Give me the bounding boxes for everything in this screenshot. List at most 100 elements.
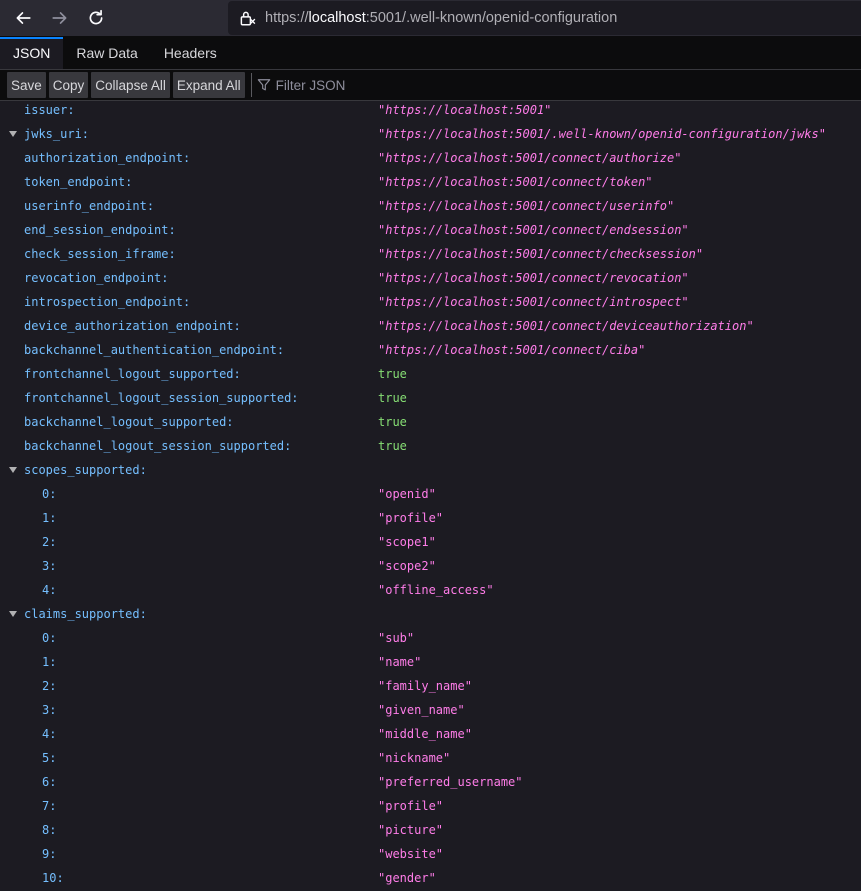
url-scheme: https://: [265, 10, 309, 26]
json-row-revocation-endpoint[interactable]: revocation_endpoint: "https://localhost:…: [0, 266, 861, 290]
json-row-device-authorization-endpoint[interactable]: device_authorization_endpoint: "https://…: [0, 314, 861, 338]
json-value: "scope1": [378, 535, 436, 549]
filter-icon: [257, 79, 270, 91]
expand-toggle-icon[interactable]: [9, 467, 17, 473]
json-index: 0:: [42, 631, 57, 645]
json-key: frontchannel_logout_supported:: [24, 367, 241, 381]
json-row-introspection-endpoint[interactable]: introspection_endpoint: "https://localho…: [0, 290, 861, 314]
navigation-toolbar: https://localhost:5001/.well-known/openi…: [0, 0, 861, 37]
url-text[interactable]: https://localhost:5001/.well-known/openi…: [265, 10, 617, 26]
forward-button[interactable]: [44, 2, 76, 34]
copy-button[interactable]: Copy: [48, 72, 89, 98]
json-row-check-session-iframe[interactable]: check_session_iframe: "https://localhost…: [0, 242, 861, 266]
json-array-item[interactable]: 4: "middle_name": [0, 722, 861, 746]
tab-headers[interactable]: Headers: [151, 37, 230, 69]
json-row-backchannel-logout-session-supported[interactable]: backchannel_logout_session_supported: tr…: [0, 434, 861, 458]
json-array-item[interactable]: 8: "picture": [0, 818, 861, 842]
json-value: true: [378, 415, 407, 429]
json-row-end-session-endpoint[interactable]: end_session_endpoint: "https://localhost…: [0, 218, 861, 242]
reload-button[interactable]: [80, 2, 112, 34]
json-index: 6:: [42, 775, 57, 789]
back-button[interactable]: [7, 2, 39, 34]
reload-icon: [89, 9, 103, 25]
json-index: 10:: [42, 871, 64, 885]
json-value: "middle_name": [378, 727, 472, 741]
json-index: 4:: [42, 727, 57, 741]
json-value: "offline_access": [378, 583, 494, 597]
collapse-all-button[interactable]: Collapse All: [91, 72, 170, 98]
json-value: "profile": [378, 799, 444, 813]
json-index: 7:: [42, 799, 57, 813]
json-array-item[interactable]: 7: "profile": [0, 794, 861, 818]
json-row-jwks-uri[interactable]: jwks_uri: "https://localhost:5001/.well-…: [0, 122, 861, 146]
json-row-frontchannel-logout-session-supported[interactable]: frontchannel_logout_session_supported: t…: [0, 386, 861, 410]
json-index: 2:: [42, 679, 57, 693]
json-value: "name": [378, 655, 422, 669]
url-bar[interactable]: https://localhost:5001/.well-known/openi…: [228, 1, 861, 35]
json-array-item[interactable]: 2: "family_name": [0, 674, 861, 698]
json-value: "family_name": [378, 679, 472, 693]
json-tree: issuer: "https://localhost:5001" jwks_ur…: [0, 98, 861, 890]
json-array-item[interactable]: 5: "nickname": [0, 746, 861, 770]
json-index: 1:: [42, 511, 57, 525]
json-array-item[interactable]: 9: "website": [0, 842, 861, 866]
json-array-item[interactable]: 0: "openid": [0, 482, 861, 506]
json-value: "picture": [378, 823, 444, 837]
json-array-item[interactable]: 0: "sub": [0, 626, 861, 650]
expand-toggle-icon[interactable]: [9, 131, 17, 137]
json-key: end_session_endpoint:: [24, 223, 176, 237]
json-row-backchannel-logout-supported[interactable]: backchannel_logout_supported: true: [0, 410, 861, 434]
json-key: device_authorization_endpoint:: [24, 319, 241, 333]
json-key: revocation_endpoint:: [24, 271, 169, 285]
json-value: "https://localhost:5001/connect/token": [378, 175, 653, 189]
tab-json[interactable]: JSON: [0, 37, 64, 69]
json-row-backchannel-authentication-endpoint[interactable]: backchannel_authentication_endpoint: "ht…: [0, 338, 861, 362]
json-value: "website": [378, 847, 444, 861]
json-key: frontchannel_logout_session_supported:: [24, 391, 299, 405]
json-key: issuer:: [24, 103, 75, 117]
json-value: "given_name": [378, 703, 465, 717]
json-key: claims_supported:: [24, 607, 147, 621]
json-array-item[interactable]: 1: "name": [0, 650, 861, 674]
arrow-right-icon: [52, 12, 67, 24]
json-value: true: [378, 391, 407, 405]
json-value: "https://localhost:5001/connect/revocati…: [378, 271, 689, 285]
json-array-item[interactable]: 2: "scope1": [0, 530, 861, 554]
json-array-item[interactable]: 1: "profile": [0, 506, 861, 530]
json-value: "https://localhost:5001/connect/authoriz…: [378, 151, 682, 165]
expand-all-button[interactable]: Expand All: [172, 72, 245, 98]
expand-toggle-icon[interactable]: [9, 611, 17, 617]
json-index: 1:: [42, 655, 57, 669]
url-path: :5001/.well-known/openid-configuration: [365, 10, 618, 26]
url-host: localhost: [308, 10, 366, 26]
json-value: "sub": [378, 631, 415, 645]
filter-json-input[interactable]: Filter JSON: [257, 78, 345, 93]
json-array-item[interactable]: 3: "scope2": [0, 554, 861, 578]
json-row-scopes-supported[interactable]: scopes_supported:: [0, 458, 861, 482]
json-array-item[interactable]: 4: "offline_access": [0, 578, 861, 602]
json-index: 3:: [42, 559, 57, 573]
json-value: "openid": [378, 487, 436, 501]
json-value: "https://localhost:5001/connect/endsessi…: [378, 223, 689, 237]
json-value: "https://localhost:5001/connect/checkses…: [378, 247, 704, 261]
json-key: backchannel_authentication_endpoint:: [24, 343, 285, 357]
json-row-claims-supported[interactable]: claims_supported:: [0, 602, 861, 626]
toolbar-divider: [250, 73, 252, 97]
json-row-issuer[interactable]: issuer: "https://localhost:5001": [0, 98, 861, 122]
json-value: "https://localhost:5001/connect/introspe…: [378, 295, 689, 309]
json-row-token-endpoint[interactable]: token_endpoint: "https://localhost:5001/…: [0, 170, 861, 194]
json-value: "https://localhost:5001": [378, 103, 552, 117]
viewer-tabs: JSON Raw Data Headers: [0, 37, 861, 70]
json-index: 2:: [42, 535, 57, 549]
json-array-item[interactable]: 6: "preferred_username": [0, 770, 861, 794]
json-array-item[interactable]: 10: "gender": [0, 866, 861, 890]
json-row-userinfo-endpoint[interactable]: userinfo_endpoint: "https://localhost:50…: [0, 194, 861, 218]
json-row-authorization-endpoint[interactable]: authorization_endpoint: "https://localho…: [0, 146, 861, 170]
json-value: "nickname": [378, 751, 451, 765]
save-button[interactable]: Save: [7, 72, 46, 98]
json-row-frontchannel-logout-supported[interactable]: frontchannel_logout_supported: true: [0, 362, 861, 386]
json-index: 9:: [42, 847, 57, 861]
tab-raw-data[interactable]: Raw Data: [63, 37, 150, 69]
json-array-item[interactable]: 3: "given_name": [0, 698, 861, 722]
lock-icon[interactable]: [235, 6, 259, 30]
